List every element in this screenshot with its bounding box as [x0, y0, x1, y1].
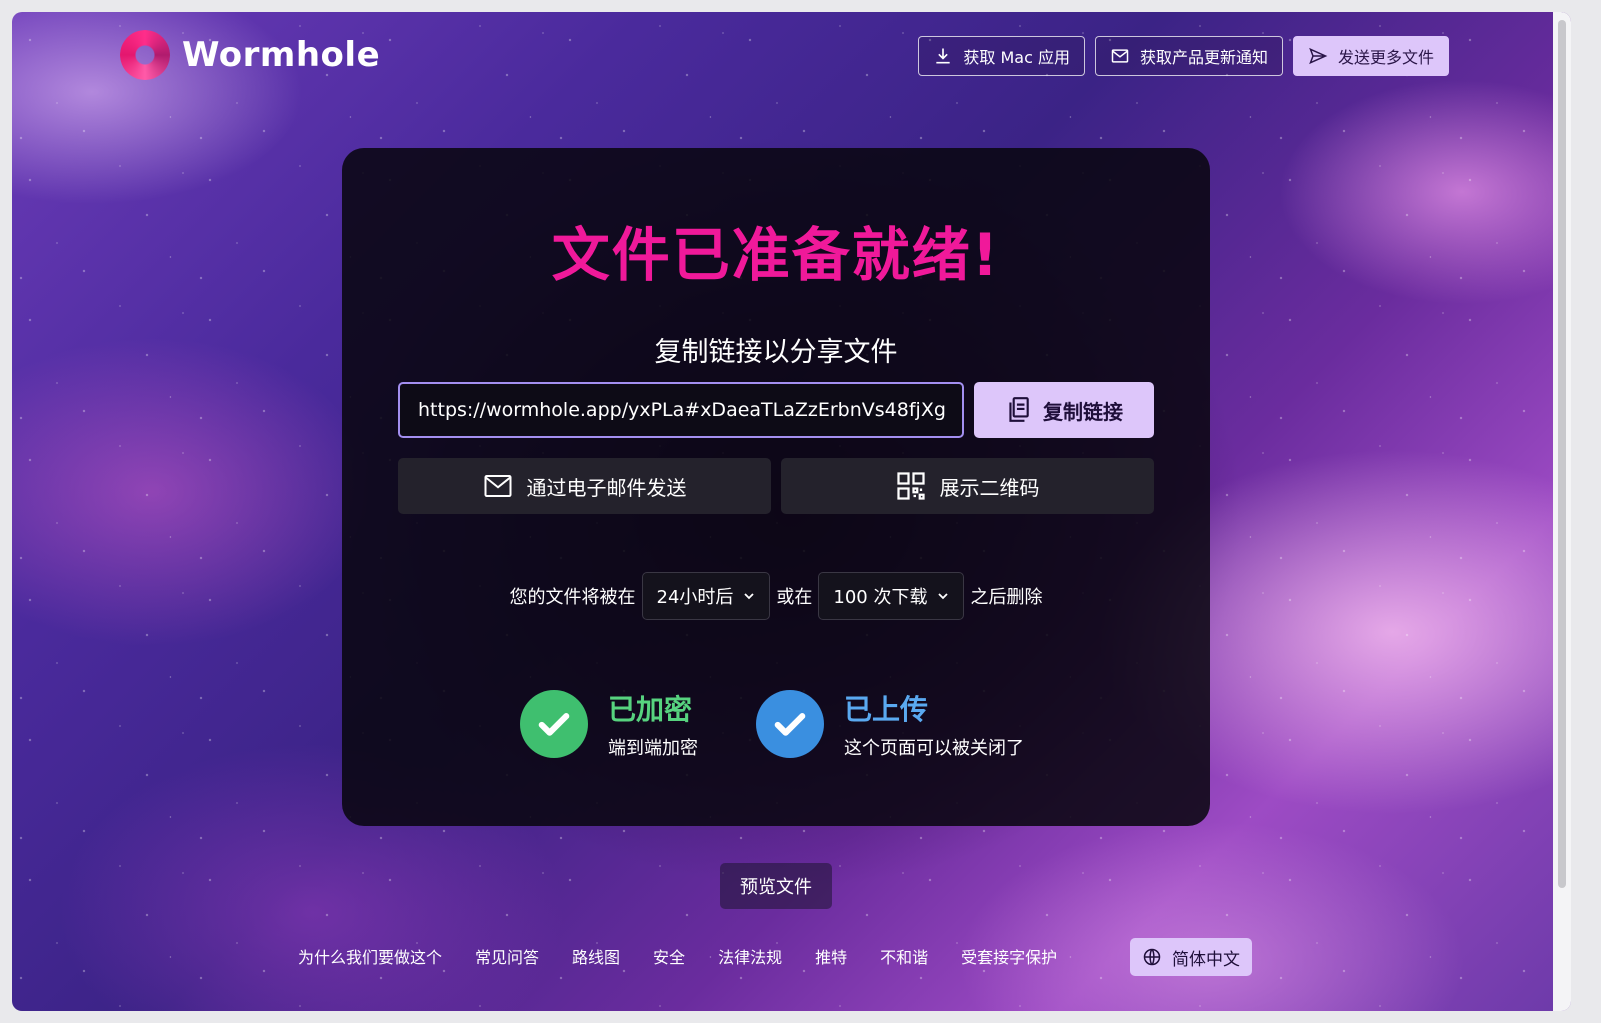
footer-link-discord[interactable]: 不和谐 [880, 944, 928, 968]
footer-link-faq[interactable]: 常见问答 [475, 944, 539, 968]
send-more-label: 发送更多文件 [1337, 48, 1434, 67]
share-link-field[interactable]: https://wormhole.app/yxPLa#xDaeaTLaZzErb… [398, 382, 964, 438]
expiry-suffix: 之后删除 [970, 587, 1043, 608]
scrollbar-thumb[interactable] [1558, 20, 1566, 888]
expiry-middle: 或在 [776, 587, 813, 608]
footer-link-roadmap[interactable]: 路线图 [572, 944, 620, 968]
expiry-downloads-value: 100 次下载 [833, 587, 928, 608]
get-updates-button[interactable]: 获取产品更新通知 [1094, 36, 1283, 76]
send-email-label: 通过电子邮件发送 [526, 475, 687, 500]
chevron-down-icon [744, 593, 755, 600]
globe-icon [1143, 948, 1161, 966]
page-title: 文件已准备就绪! [551, 221, 1001, 289]
send-more-button[interactable]: 发送更多文件 [1292, 36, 1449, 76]
footer-links: 为什么我们要做这个 常见问答 路线图 安全 法律法规 推特 不和谐 受套接字保护 [298, 938, 1057, 974]
expiry-settings: 您的文件将被在 24小时后 或在 100 次下载 之后删除 [342, 572, 1210, 620]
share-card: 文件已准备就绪! 复制链接以分享文件 https://wormhole.app/… [342, 148, 1210, 826]
share-subtitle: 复制链接以分享文件 [654, 337, 898, 368]
get-updates-label: 获取产品更新通知 [1139, 48, 1268, 67]
footer-link-legal[interactable]: 法律法规 [718, 944, 782, 968]
logo[interactable]: Wormhole [120, 30, 380, 80]
footer-link-twitter[interactable]: 推特 [815, 944, 847, 968]
get-mac-app-button[interactable]: 获取 Mac 应用 [918, 36, 1085, 76]
scrollbar[interactable] [1553, 12, 1571, 1011]
encrypted-subtitle: 端到端加密 [608, 738, 698, 759]
send-icon [1309, 47, 1328, 65]
copy-link-label: 复制链接 [1043, 399, 1123, 424]
header-actions: 获取 Mac 应用 获取产品更新通知 发送更多文件 [918, 36, 1449, 76]
encrypted-status: 已加密 端到端加密 [520, 688, 698, 760]
uploaded-check-icon [756, 690, 824, 758]
uploaded-status: 已上传 这个页面可以被关闭了 [756, 688, 1024, 760]
page-background: Wormhole 获取 Mac 应用 获取产品更新通知 发送更多文件 文件已准备… [12, 12, 1571, 1011]
expiry-prefix: 您的文件将被在 [509, 587, 636, 608]
expiry-time-value: 24小时后 [656, 587, 734, 608]
send-email-button[interactable]: 通过电子邮件发送 [398, 458, 771, 514]
mail-icon [484, 475, 511, 497]
wormhole-logo-icon [120, 30, 170, 80]
copy-link-button[interactable]: 复制链接 [974, 382, 1154, 438]
encrypted-check-icon [520, 690, 588, 758]
footer-link-socket[interactable]: 受套接字保护 [961, 944, 1057, 968]
show-qr-label: 展示二维码 [939, 475, 1040, 500]
encrypted-title: 已加密 [608, 693, 693, 726]
copy-icon [1009, 397, 1029, 422]
preview-files-button[interactable]: 预览文件 [720, 863, 832, 909]
chevron-down-icon [938, 593, 949, 600]
download-icon [936, 48, 951, 64]
show-qr-button[interactable]: 展示二维码 [781, 458, 1154, 514]
expiry-downloads-select[interactable]: 100 次下载 [818, 572, 965, 620]
footer-link-why[interactable]: 为什么我们要做这个 [298, 944, 442, 968]
uploaded-subtitle: 这个页面可以被关闭了 [844, 738, 1024, 759]
language-button[interactable]: 简体中文 [1130, 938, 1252, 976]
qr-code-icon [896, 472, 925, 500]
uploaded-title: 已上传 [844, 693, 929, 726]
footer-link-security[interactable]: 安全 [653, 944, 685, 968]
mail-icon [1111, 49, 1129, 63]
get-mac-app-label: 获取 Mac 应用 [963, 48, 1070, 67]
brand-name: Wormhole [182, 35, 381, 75]
expiry-time-select[interactable]: 24小时后 [641, 572, 771, 620]
language-label: 简体中文 [1172, 949, 1240, 970]
